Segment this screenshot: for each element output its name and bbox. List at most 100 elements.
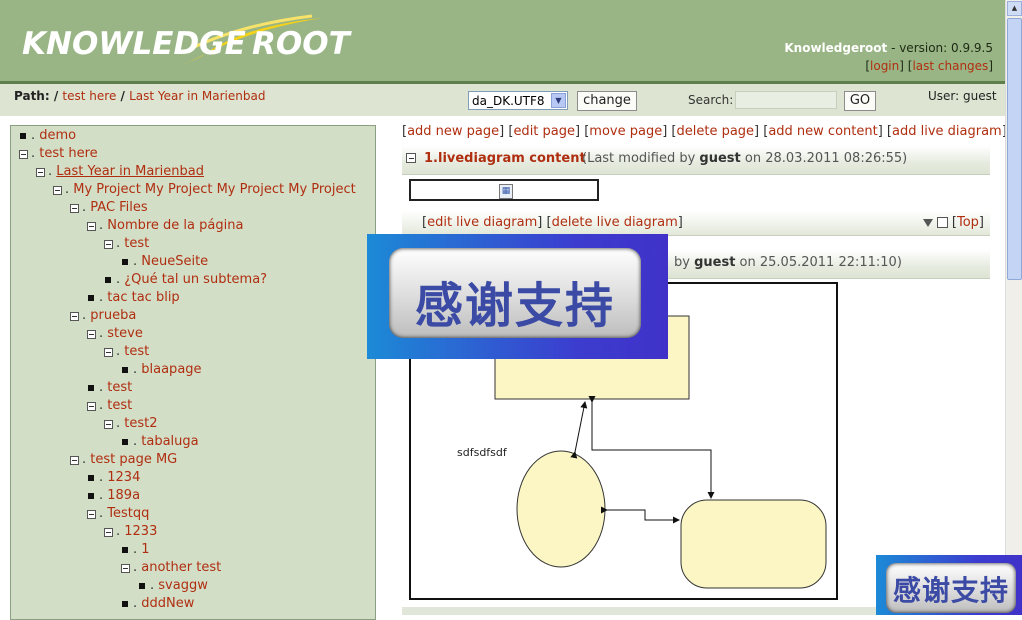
tree-item-label[interactable]: test page MG xyxy=(90,452,177,467)
tree-item[interactable]: . another test xyxy=(121,559,221,577)
tree-item[interactable]: . test xyxy=(104,343,149,361)
add-live-diagram-link[interactable]: add live diagram xyxy=(892,124,1002,139)
tree-item[interactable]: . steve xyxy=(87,325,143,343)
tree-item[interactable]: . dddNew xyxy=(121,595,194,613)
tree-item-label[interactable]: test xyxy=(124,344,149,359)
tree-item[interactable]: . test xyxy=(87,379,132,397)
tree-item-label[interactable]: prueba xyxy=(90,308,136,323)
last-changes-link[interactable]: last changes xyxy=(912,59,988,73)
delete-page-link[interactable]: delete page xyxy=(676,124,754,139)
collapse-icon[interactable] xyxy=(87,325,96,343)
bullet-icon xyxy=(104,271,113,289)
tree-item[interactable]: . test xyxy=(87,397,132,415)
top-nav: [Top] xyxy=(922,215,984,230)
tree-item-label[interactable]: 1 xyxy=(141,542,149,557)
scroll-up-icon[interactable]: ▲ xyxy=(1007,1,1022,16)
login-link[interactable]: login xyxy=(870,59,899,73)
collapse-icon[interactable] xyxy=(70,307,79,325)
content-footer: [edit live diagram] [delete live diagram… xyxy=(402,211,990,236)
collapse-icon[interactable] xyxy=(19,145,28,163)
tree-item-label[interactable]: test here xyxy=(39,146,97,161)
breadcrumb-test-here[interactable]: test here xyxy=(62,89,116,103)
tree-item[interactable]: . Nombre de la página xyxy=(87,217,243,235)
tree-item-label[interactable]: tac tac blip xyxy=(107,290,179,305)
move-down-icon[interactable] xyxy=(922,218,933,227)
breadcrumb-last-year[interactable]: Last Year in Marienbad xyxy=(129,89,265,103)
version-text: - version: 0.9.9.5 xyxy=(887,41,993,55)
tree-item[interactable]: . blaapage xyxy=(121,361,202,379)
tree-item-label[interactable]: test xyxy=(107,380,132,395)
locale-select[interactable]: da_DK.UTF8 ▼ xyxy=(468,91,568,110)
collapse-icon[interactable] xyxy=(53,181,62,199)
tree-item-label[interactable]: ¿Qué tal un subtema? xyxy=(124,272,267,287)
collapse-icon[interactable] xyxy=(70,199,79,217)
tree-item[interactable]: . test here xyxy=(19,145,98,163)
collapse-icon[interactable] xyxy=(87,505,96,523)
move-page-link[interactable]: move page xyxy=(589,124,662,139)
chevron-down-icon[interactable]: ▼ xyxy=(551,93,566,108)
collapse-icon[interactable] xyxy=(104,343,113,361)
search-input[interactable] xyxy=(735,91,837,109)
tree-item-label[interactable]: 1234 xyxy=(107,470,140,485)
tree-item[interactable]: . tac tac blip xyxy=(87,289,180,307)
live-diagram-placeholder[interactable]: ▦ xyxy=(409,179,599,201)
tree-item-label[interactable]: steve xyxy=(107,326,143,341)
tree-item[interactable]: . NeueSeite xyxy=(121,253,208,271)
tree-item-label[interactable]: another test xyxy=(141,560,221,575)
tree-item-label[interactable]: PAC Files xyxy=(90,200,147,215)
tree-item[interactable]: . My Project My Project My Project My Pr… xyxy=(53,181,356,199)
tree-item[interactable]: . 1234 xyxy=(87,469,140,487)
tree-item-label[interactable]: NeueSeite xyxy=(141,254,208,269)
tree-item[interactable]: . 1233 xyxy=(104,523,157,541)
bullet-icon xyxy=(121,433,130,451)
collapse-icon[interactable] xyxy=(87,217,96,235)
collapse-icon[interactable] xyxy=(36,163,45,181)
delete-live-diagram-link[interactable]: delete live diagram xyxy=(552,215,678,230)
tree-item-label[interactable]: test xyxy=(124,236,149,251)
tree-item[interactable]: . 189a xyxy=(87,487,140,505)
collapse-icon[interactable] xyxy=(121,559,130,577)
knowledgeroot-logo[interactable]: KNOWLEDGE ROOT xyxy=(22,12,350,72)
tree-item-label[interactable]: Nombre de la página xyxy=(107,218,243,233)
tree-item-label[interactable]: Last Year in Marienbad xyxy=(56,164,204,179)
tree-item[interactable]: . Testqq xyxy=(87,505,149,523)
collapse-icon[interactable] xyxy=(104,415,113,433)
go-button[interactable]: GO xyxy=(844,91,876,111)
tree-item[interactable]: . Last Year in Marienbad xyxy=(36,163,204,181)
tree-item[interactable]: . test xyxy=(104,235,149,253)
tree-item[interactable]: . test2 xyxy=(104,415,158,433)
change-button[interactable]: change xyxy=(577,91,637,111)
vertical-scrollbar[interactable]: ▲ xyxy=(1005,0,1022,615)
copy-icon[interactable] xyxy=(936,217,948,228)
tree-item-label[interactable]: Testqq xyxy=(107,506,149,521)
tree-item-label[interactable]: blaapage xyxy=(141,362,201,377)
collapse-icon[interactable] xyxy=(104,235,113,253)
tree-item-label[interactable]: 189a xyxy=(107,488,140,503)
tree-item[interactable]: . svaggw xyxy=(138,577,208,595)
collapse-icon[interactable] xyxy=(406,153,416,163)
tree-item[interactable]: . tabaluga xyxy=(121,433,199,451)
collapse-icon[interactable] xyxy=(70,451,79,469)
tree-item-label[interactable]: 1233 xyxy=(124,524,157,539)
add-new-page-link[interactable]: add new page xyxy=(407,124,499,139)
tree-item-label[interactable]: test2 xyxy=(124,416,157,431)
tree-item[interactable]: . 1 xyxy=(121,541,150,559)
tree-item[interactable]: . ¿Qué tal un subtema? xyxy=(104,271,267,289)
tree-item[interactable]: . demo xyxy=(19,127,76,145)
collapse-icon[interactable] xyxy=(104,523,113,541)
edit-live-diagram-link[interactable]: edit live diagram xyxy=(427,215,537,230)
tree-item-label[interactable]: svaggw xyxy=(158,578,208,593)
add-new-content-link[interactable]: add new content xyxy=(768,124,877,139)
tree-item[interactable]: . prueba xyxy=(70,307,136,325)
tree-item[interactable]: . PAC Files xyxy=(70,199,148,217)
tree-item-label[interactable]: tabaluga xyxy=(141,434,198,449)
edit-page-link[interactable]: edit page xyxy=(513,124,575,139)
tree-item-label[interactable]: demo xyxy=(39,128,76,143)
tree-item-label[interactable]: dddNew xyxy=(141,596,194,611)
scroll-thumb[interactable] xyxy=(1007,18,1022,280)
tree-item[interactable]: . test page MG xyxy=(70,451,177,469)
tree-item-label[interactable]: test xyxy=(107,398,132,413)
tree-item-label[interactable]: My Project My Project My Project My Proj… xyxy=(73,182,355,197)
top-link[interactable]: Top xyxy=(957,215,979,230)
collapse-icon[interactable] xyxy=(87,397,96,415)
